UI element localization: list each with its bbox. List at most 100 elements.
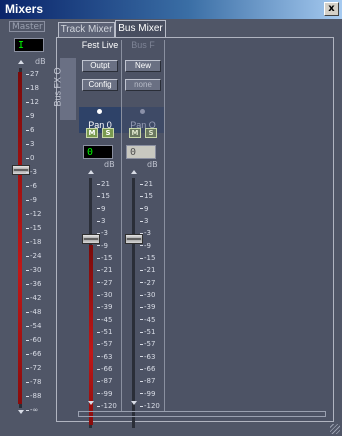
mute-button[interactable]: M	[86, 128, 98, 138]
mixers-window: Mixers x Master I dB 27 18 12 9 6 3 0 -3 -6 -9 -12…	[0, 0, 342, 436]
channel-strip-2: Bus F New none Pan O M S 0 dB 21 15 9 3 -3 -9…	[122, 40, 164, 428]
channel-scale-tick: -30	[140, 291, 155, 299]
solo-button[interactable]: S	[145, 128, 157, 138]
pan-knob-icon	[97, 109, 102, 114]
channel-scale-tick: -39	[140, 303, 155, 311]
master-scale-tick: -60	[26, 336, 41, 344]
resize-grip-icon[interactable]	[330, 424, 340, 434]
channel-scale-tick: 3	[140, 217, 148, 225]
channel-scale-tick: -63	[140, 353, 155, 361]
channel-db-label: dB	[147, 160, 158, 169]
channel-scale-tick: -57	[97, 340, 112, 348]
channel-scale-tick: -99	[97, 390, 112, 398]
channel-strip-1: Fest Live Outpt Config Pan 0 M S 0 dB 21…	[79, 40, 121, 428]
channel-scale-tick: -63	[97, 353, 112, 361]
master-scale-tick: 12	[26, 98, 39, 106]
channel-scale-tick: -120	[97, 402, 117, 410]
fader-down-arrow-icon[interactable]	[88, 401, 94, 405]
master-scale-tick: 6	[26, 126, 34, 134]
master-db-label: dB	[35, 57, 46, 66]
master-scale-tick: -6	[26, 182, 37, 190]
master-scale-tick: -24	[26, 252, 41, 260]
channel-scale-tick: -27	[140, 279, 155, 287]
master-scale-tick: 3	[26, 140, 34, 148]
channel-scale-tick: -66	[140, 365, 155, 373]
master-scale-tick: -15	[26, 224, 41, 232]
channel-scale-tick: -15	[97, 254, 112, 262]
channel-scale-tick: 3	[97, 217, 105, 225]
fader-up-arrow-icon[interactable]	[88, 170, 94, 174]
scroll-up-arrow-icon[interactable]	[18, 60, 24, 64]
master-scale-tick: -48	[26, 308, 41, 316]
master-scale-tick: -9	[26, 196, 37, 204]
scroll-down-arrow-icon[interactable]	[18, 410, 24, 414]
fader-up-arrow-icon[interactable]	[131, 170, 137, 174]
channel-scale-tick: -51	[97, 328, 112, 336]
none-button[interactable]: none	[125, 79, 161, 91]
channel-scale-tick: 9	[140, 205, 148, 213]
channel-scale-tick: -21	[97, 266, 112, 274]
master-scale-tick: 0	[26, 154, 34, 162]
new-button[interactable]: New	[125, 60, 161, 72]
channel-scale-tick: -27	[97, 279, 112, 287]
channel-scale-tick: -9	[140, 242, 151, 250]
channel-scale-tick: -51	[140, 328, 155, 336]
channel-db-label: dB	[104, 160, 115, 169]
master-scale-tick: -88	[26, 392, 41, 400]
solo-button[interactable]: S	[102, 128, 114, 138]
channel-scale-tick: -66	[97, 365, 112, 373]
fader-down-arrow-icon[interactable]	[131, 401, 137, 405]
master-scale-tick: -∞	[26, 406, 38, 414]
tab-track-mixer[interactable]: Track Mixer	[58, 22, 115, 37]
channel-scale-tick: -39	[97, 303, 112, 311]
output-button[interactable]: Outpt	[82, 60, 118, 72]
config-button[interactable]: Config	[82, 79, 118, 91]
pan-knob-icon	[140, 109, 145, 114]
channel-scale-tick: -87	[97, 377, 112, 385]
channel-level-display: 0	[126, 145, 156, 159]
channel-scale-tick: 9	[97, 205, 105, 213]
title-bar[interactable]: Mixers x	[0, 0, 342, 19]
channel-scale-tick: -99	[140, 390, 155, 398]
master-scale-tick: -72	[26, 364, 41, 372]
master-scale-tick: 9	[26, 112, 34, 120]
master-scale-tick: -3	[26, 168, 37, 176]
master-scale-tick: -42	[26, 294, 41, 302]
channel-scale-tick: -15	[140, 254, 155, 262]
channel-scale-tick: -45	[140, 316, 155, 324]
master-label: Master	[9, 21, 45, 32]
master-scale-tick: -30	[26, 266, 41, 274]
channel-fader-track[interactable]	[132, 178, 135, 428]
channel-scale-tick: 15	[140, 192, 153, 200]
master-scale-tick: -18	[26, 238, 41, 246]
master-scale-tick: -12	[26, 210, 41, 218]
master-scale-tick: -54	[26, 322, 41, 330]
channel-name: Fest Live	[81, 40, 119, 50]
channel-scale-tick: -3	[140, 229, 151, 237]
window-title: Mixers	[5, 2, 44, 16]
master-scale-tick: 18	[26, 84, 39, 92]
channel-level-meter	[89, 245, 93, 425]
close-icon: x	[328, 3, 335, 14]
channel-scale-tick: -3	[97, 229, 108, 237]
master-scale-tick: 27	[26, 70, 39, 78]
channel-scale-tick: 21	[97, 180, 110, 188]
master-scale-tick: -66	[26, 350, 41, 358]
horizontal-scrollbar[interactable]	[78, 411, 326, 417]
close-button[interactable]: x	[324, 2, 339, 16]
master-scale-tick: -78	[26, 378, 41, 386]
channel-divider	[164, 40, 165, 412]
tab-bus-mixer[interactable]: Bus Mixer	[115, 20, 166, 37]
master-level-display: I	[14, 38, 44, 52]
channel-name: Bus F	[131, 40, 155, 50]
channel-scale-tick: -87	[140, 377, 155, 385]
master-scale-tick: -36	[26, 280, 41, 288]
mute-button[interactable]: M	[129, 128, 141, 138]
channel-scale-tick: -57	[140, 340, 155, 348]
master-level-meter	[18, 72, 22, 404]
channel-scale-tick: -9	[97, 242, 108, 250]
channel-scale-tick: 21	[140, 180, 153, 188]
channel-scale-tick: -120	[140, 402, 160, 410]
channel-scale-tick: -45	[97, 316, 112, 324]
channel-level-display: 0	[83, 145, 113, 159]
